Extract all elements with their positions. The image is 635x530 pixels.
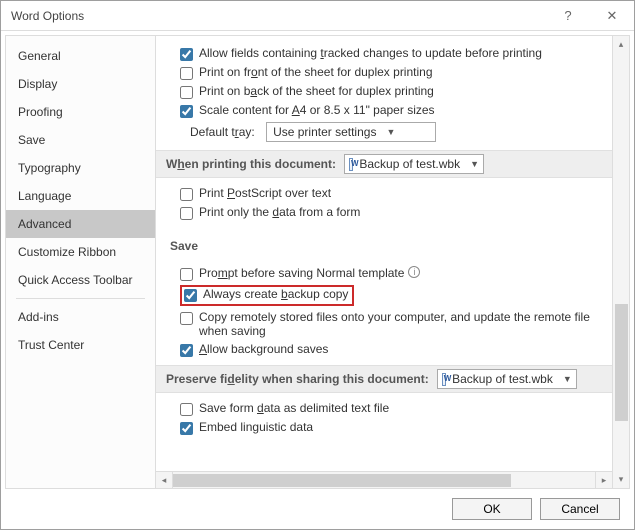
- sidebar-item-save[interactable]: Save: [6, 126, 155, 154]
- chk-allow-tracked[interactable]: [180, 48, 193, 61]
- sidebar-item-language[interactable]: Language: [6, 182, 155, 210]
- sidebar-item-customize-ribbon[interactable]: Customize Ribbon: [6, 238, 155, 266]
- sidebar-item-quick-access[interactable]: Quick Access Toolbar: [6, 266, 155, 294]
- hscroll-track[interactable]: [173, 472, 595, 488]
- category-sidebar: General Display Proofing Save Typography…: [6, 36, 156, 488]
- sidebar-separator: [16, 298, 145, 299]
- chk-print-front[interactable]: [180, 67, 193, 80]
- section-when-printing-doc: When printing this document: Backup of t…: [156, 150, 612, 178]
- word-document-icon: [349, 158, 353, 171]
- window-title: Word Options: [11, 9, 84, 23]
- vscroll-track[interactable]: [613, 53, 629, 471]
- word-document-icon: [442, 373, 446, 386]
- opt-scale-content[interactable]: Scale content for A4 or 8.5 x 11" paper …: [180, 103, 612, 118]
- chk-save-form-data[interactable]: [180, 403, 193, 416]
- default-tray-dropdown[interactable]: Use printer settings ▼: [266, 122, 436, 142]
- sidebar-item-typography[interactable]: Typography: [6, 154, 155, 182]
- window-controls: ? ✕: [546, 1, 634, 30]
- printing-doc-dropdown[interactable]: Backup of test.wbk ▼: [344, 154, 484, 174]
- horizontal-scrollbar[interactable]: ◂ ▸: [156, 471, 612, 488]
- opt-print-back[interactable]: Print on back of the sheet for duplex pr…: [180, 84, 612, 99]
- dialog-body: General Display Proofing Save Typography…: [5, 35, 630, 489]
- chevron-down-icon: ▼: [563, 374, 572, 384]
- chk-embed-linguistic[interactable]: [180, 422, 193, 435]
- close-button[interactable]: ✕: [590, 1, 634, 30]
- sidebar-item-addins[interactable]: Add-ins: [6, 303, 155, 331]
- chk-postscript[interactable]: [180, 188, 193, 201]
- opt-only-data[interactable]: Print only the data from a form: [180, 205, 612, 220]
- scroll-left-button[interactable]: ◂: [156, 472, 173, 488]
- sidebar-item-general[interactable]: General: [6, 42, 155, 70]
- vertical-scrollbar[interactable]: ▴ ▾: [612, 36, 629, 488]
- opt-backup-copy[interactable]: Always create backup copy: [180, 285, 612, 306]
- chk-only-data[interactable]: [180, 207, 193, 220]
- default-tray-label: Default tray:: [190, 125, 255, 139]
- dialog-footer: OK Cancel: [1, 489, 634, 529]
- opt-allow-tracked[interactable]: Allow fields containing tracked changes …: [180, 46, 612, 61]
- scroll-down-button[interactable]: ▾: [613, 471, 629, 488]
- highlight-backup-copy: Always create backup copy: [180, 285, 354, 306]
- titlebar: Word Options ? ✕: [1, 1, 634, 31]
- chk-copy-remote[interactable]: [180, 312, 193, 325]
- opt-bg-saves[interactable]: Allow background saves: [180, 342, 612, 357]
- opt-copy-remote[interactable]: Copy remotely stored files onto your com…: [180, 310, 612, 338]
- hscroll-thumb[interactable]: [173, 474, 511, 487]
- chevron-down-icon: ▼: [470, 159, 479, 169]
- scroll-up-button[interactable]: ▴: [613, 36, 629, 53]
- sidebar-item-display[interactable]: Display: [6, 70, 155, 98]
- info-icon[interactable]: i: [408, 266, 420, 278]
- opt-prompt-normal[interactable]: Prompt before saving Normal template i: [180, 266, 612, 281]
- ok-button[interactable]: OK: [452, 498, 532, 520]
- vscroll-thumb[interactable]: [615, 304, 628, 421]
- scroll-area: Allow fields containing tracked changes …: [156, 36, 612, 471]
- opt-postscript[interactable]: Print PostScript over text: [180, 186, 612, 201]
- section-preserve-fidelity: Preserve fidelity when sharing this docu…: [156, 365, 612, 393]
- word-options-dialog: Word Options ? ✕ General Display Proofin…: [0, 0, 635, 530]
- cancel-button[interactable]: Cancel: [540, 498, 620, 520]
- section-save: Save: [156, 232, 612, 260]
- sidebar-item-trust-center[interactable]: Trust Center: [6, 331, 155, 359]
- fidelity-doc-dropdown[interactable]: Backup of test.wbk ▼: [437, 369, 577, 389]
- sidebar-item-proofing[interactable]: Proofing: [6, 98, 155, 126]
- settings-panel: Allow fields containing tracked changes …: [156, 36, 612, 488]
- chk-scale-content[interactable]: [180, 105, 193, 118]
- chk-backup-copy[interactable]: [184, 289, 197, 302]
- chevron-down-icon: ▼: [386, 127, 395, 137]
- opt-save-form-data[interactable]: Save form data as delimited text file: [180, 401, 612, 416]
- chk-print-back[interactable]: [180, 86, 193, 99]
- help-button[interactable]: ?: [546, 1, 590, 30]
- scroll-right-button[interactable]: ▸: [595, 472, 612, 488]
- chk-prompt-normal[interactable]: [180, 268, 193, 281]
- chk-bg-saves[interactable]: [180, 344, 193, 357]
- sidebar-item-advanced[interactable]: Advanced: [6, 210, 155, 238]
- opt-print-front[interactable]: Print on front of the sheet for duplex p…: [180, 65, 612, 80]
- opt-embed-linguistic[interactable]: Embed linguistic data: [180, 420, 612, 435]
